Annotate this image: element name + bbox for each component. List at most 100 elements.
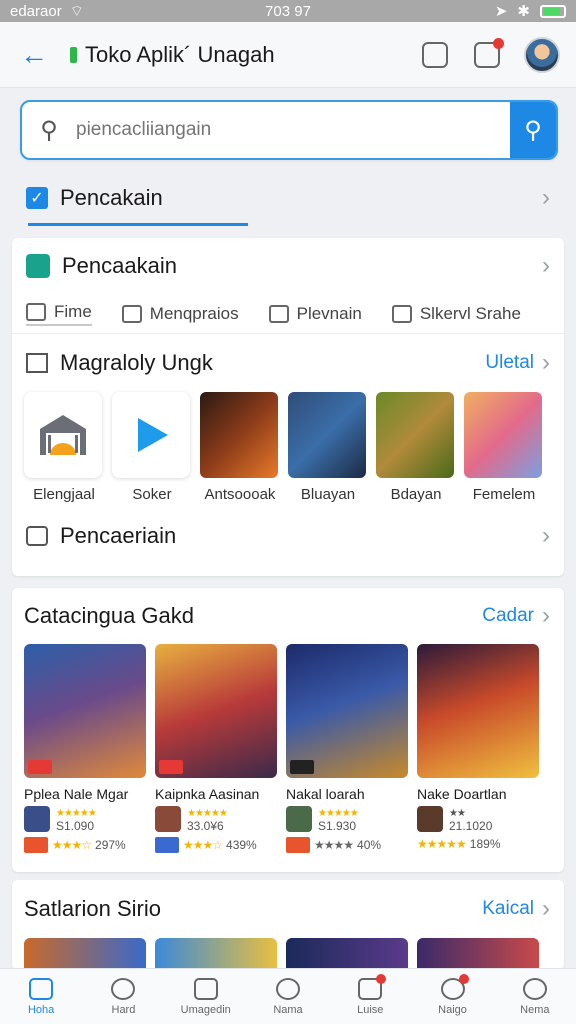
game-sub: ★★★★★ 33.0¥6: [155, 805, 277, 833]
stars-icon: ★★★★★: [318, 808, 359, 819]
building-icon: [40, 415, 86, 455]
bluetooth-icon: ✱: [517, 3, 530, 20]
game-sub: ★★★★★ S1.090: [24, 805, 146, 833]
section-header: Catacingua Gakd Cadar ›: [12, 588, 564, 644]
home-icon: [26, 302, 46, 321]
game-tile[interactable]: [376, 392, 454, 478]
game-art[interactable]: [155, 938, 277, 968]
game-card[interactable]: Nakal loarah ★★★★★ S1.930 ★★★★ 40%: [286, 644, 408, 853]
search-icon: ⚲: [40, 116, 58, 144]
nav-updates[interactable]: Naigo: [411, 969, 493, 1024]
wifi-icon: ⌔: [69, 2, 84, 20]
nav-library[interactable]: Umagedin: [165, 969, 247, 1024]
play-icon: [138, 418, 168, 452]
game-art[interactable]: [417, 938, 539, 968]
rating-stars-icon: ★★★☆: [183, 838, 223, 852]
collection-strip: [12, 938, 564, 968]
chevron-right-icon: ›: [542, 602, 550, 629]
download-badge: [24, 837, 48, 853]
section-title: Magraloly Ungk: [60, 350, 213, 375]
top-category-label: Pencakain: [60, 185, 163, 210]
top-category-row[interactable]: ✓ Pencakain ›: [0, 172, 576, 224]
app-header: ← Toko Aplik´ Unagah: [0, 22, 576, 88]
app-tile[interactable]: [24, 392, 102, 478]
avatar[interactable]: [524, 36, 560, 73]
category-row[interactable]: Pencaeriain ›: [12, 510, 564, 562]
game-thumb: [155, 806, 181, 832]
heart-icon: [268, 304, 289, 323]
filter-tab-4[interactable]: Slkervl Srahe: [391, 304, 521, 324]
nav-list[interactable]: Luise: [329, 969, 411, 1024]
app-name: Femelem: [472, 485, 536, 503]
nav-search[interactable]: Hard: [82, 969, 164, 1024]
nav-explore[interactable]: Nama: [247, 969, 329, 1024]
app-name: Bluayan: [300, 485, 356, 503]
category-row[interactable]: Pencaakain ›: [12, 238, 564, 294]
box-icon: [193, 977, 218, 1000]
game-title: Kaipnka Aasinan: [155, 786, 260, 802]
rating-stars-icon: ★★★★★: [417, 837, 467, 851]
game-art[interactable]: [286, 938, 408, 968]
clock: 703 97: [265, 2, 311, 20]
chevron-right-icon: ›: [542, 252, 550, 279]
games-card: Catacingua Gakd Cadar › Pplea Nale Mgar …: [12, 588, 564, 872]
sale-tag: [28, 760, 52, 774]
games-list: Pplea Nale Mgar ★★★★★ S1.090 ★★★☆ 297% Kai…: [12, 644, 564, 853]
game-title: Nakal loarah: [286, 786, 365, 802]
game-thumb: [24, 806, 50, 832]
app-name: Soker: [132, 485, 172, 503]
game-art[interactable]: [24, 938, 146, 968]
updates-icon: [440, 973, 469, 1000]
nav-more[interactable]: Nema: [494, 969, 576, 1024]
see-all-link[interactable]: Uletal: [485, 352, 534, 374]
see-all-link[interactable]: Cadar: [482, 605, 534, 627]
game-meta: ★★★★★ 189%: [417, 837, 501, 851]
app-name: Antsoooak: [204, 485, 276, 503]
search-button[interactable]: ⚲: [510, 102, 556, 158]
back-arrow-icon[interactable]: ←: [16, 37, 52, 73]
app-strip: [12, 392, 564, 478]
filter-tab-home[interactable]: Fime: [26, 302, 92, 326]
page-title: Toko Aplik´ Unagah: [70, 42, 396, 68]
list-icon: [26, 526, 48, 546]
see-all-link[interactable]: Kaical: [482, 898, 534, 920]
folder-icon: [26, 353, 48, 373]
game-card[interactable]: Kaipnka Aasinan ★★★★★ 33.0¥6 ★★★☆ 439%: [155, 644, 277, 853]
notification-icon[interactable]: [474, 37, 504, 68]
compass-icon: [275, 977, 300, 1000]
search-input[interactable]: [76, 102, 510, 158]
app-name: Elengjaal: [33, 485, 95, 503]
sale-tag: [290, 760, 314, 774]
box-icon: [121, 304, 142, 323]
rating-stars-icon: ★★★★: [314, 838, 354, 852]
nav-home[interactable]: Hoha: [0, 969, 82, 1024]
game-sub: ★★★★★ S1.930: [286, 805, 408, 833]
chevron-right-icon: ›: [542, 522, 550, 549]
filter-tab-2[interactable]: Menqpraios: [121, 304, 239, 324]
rating-stars-icon: ★★★☆: [52, 838, 92, 852]
game-card[interactable]: Pplea Nale Mgar ★★★★★ S1.090 ★★★☆ 297%: [24, 644, 146, 853]
search-bar: ⚲ ⚲: [20, 100, 558, 160]
tag-icon: [391, 304, 412, 323]
notification-badge: [376, 973, 387, 984]
game-tile[interactable]: [464, 392, 542, 478]
game-art: [24, 644, 146, 778]
filter-tabs: Fime Menqpraios Plevnain Slkervl Srahe: [12, 294, 564, 334]
search-icon: [111, 977, 136, 1000]
checkbox-icon: ✓: [26, 187, 48, 209]
app-tile[interactable]: [112, 392, 190, 478]
notification-badge: [493, 37, 504, 49]
game-thumb: [417, 806, 443, 832]
game-tile[interactable]: [200, 392, 278, 478]
game-title: Pplea Nale Mgar: [24, 786, 129, 802]
filter-tab-3[interactable]: Plevnain: [268, 304, 362, 324]
stars-icon: ★★★★★: [187, 808, 228, 819]
library-icon[interactable]: [422, 41, 448, 68]
app-names: Elengjaal Soker Antsoooak Bluayan Bdayan…: [12, 478, 564, 510]
game-sub: ★★ 21.1020: [417, 805, 539, 833]
download-badge: [286, 837, 310, 853]
category-icon: [26, 254, 50, 278]
tab-indicator: [28, 223, 248, 226]
game-card[interactable]: Nake Doartlan ★★ 21.1020 ★★★★★ 189%: [417, 644, 539, 853]
game-tile[interactable]: [288, 392, 366, 478]
